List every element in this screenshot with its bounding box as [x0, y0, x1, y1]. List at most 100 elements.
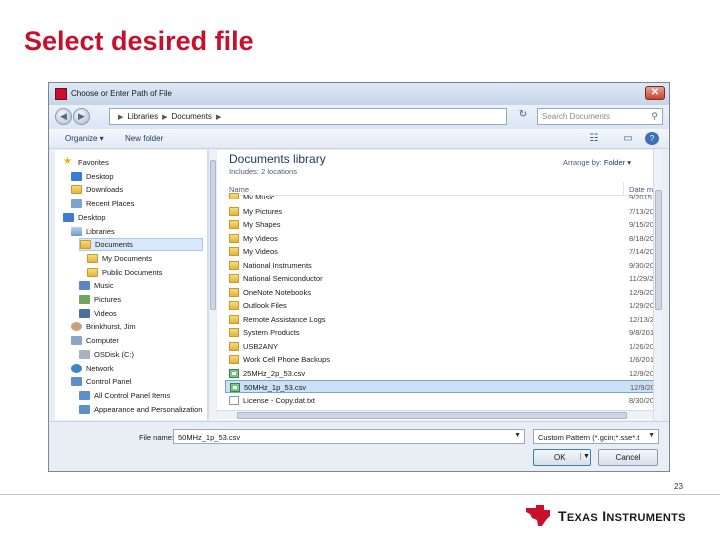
file-name: USB2ANY [243, 341, 279, 351]
nav-item[interactable]: OSDisk (C:) [79, 348, 203, 361]
slide-title: Select desired file [24, 26, 254, 56]
file-row[interactable]: Remote Assistance Logs12/13/2016 8:1 [225, 313, 657, 326]
preview-pane-icon[interactable]: ▭ [621, 132, 635, 145]
file-name: My Shapes [243, 220, 281, 229]
file-list-scrollbar[interactable] [653, 150, 662, 420]
file-row[interactable]: My Music 9/2015 [225, 191, 657, 199]
folder-icon [229, 220, 239, 229]
view-options-icon[interactable]: ☷ [587, 132, 601, 145]
folder-icon [87, 267, 98, 277]
nav-item[interactable]: Desktop [63, 211, 203, 224]
nav-item[interactable]: Downloads [71, 183, 203, 196]
nav-item[interactable]: Recent Places [71, 197, 203, 210]
nav-item[interactable]: Desktop [71, 170, 203, 183]
file-row[interactable]: My Videos8/18/2016 11:1 [225, 232, 657, 245]
nav-item[interactable]: Computer [71, 334, 203, 347]
nav-item[interactable]: Music [79, 279, 203, 292]
ok-button[interactable]: OK ▼ [533, 449, 591, 466]
file-row[interactable]: USB2ANY1/26/2017 2:30 [225, 340, 657, 353]
nav-item[interactable]: My Documents [87, 252, 203, 265]
nav-item[interactable]: Appearance and Personalization [79, 403, 203, 416]
file-row[interactable]: My Shapes9/15/2016 4:47 [225, 218, 657, 231]
arrange-label: Arrange by: [563, 158, 602, 167]
folder-icon [229, 355, 239, 364]
breadcrumb-libraries[interactable]: Libraries [127, 112, 158, 121]
file-row[interactable]: National Semiconductor11/29/2016 4:2 [225, 272, 657, 285]
organize-button[interactable]: Organize ▾ [65, 134, 104, 143]
nav-item-label: Videos [94, 308, 117, 318]
file-row[interactable]: My Videos7/14/2009 10:0 [225, 245, 657, 258]
path-chevron-icon: ▶ [215, 114, 222, 121]
desktop-icon [63, 212, 74, 222]
nav-item[interactable]: Public Documents [87, 266, 203, 279]
nav-item[interactable]: All Control Panel Items [79, 389, 203, 402]
nav-item[interactable]: Brinkhurst, Jim [71, 320, 203, 333]
nav-item[interactable]: Documents [79, 238, 203, 252]
file-row[interactable]: License - Copy.dat.txt8/30/2016 10:0 [225, 394, 657, 407]
file-name: National Instruments [243, 260, 312, 270]
csv-file-icon [229, 368, 239, 378]
libraries-icon [71, 226, 82, 236]
page-number: 23 [674, 482, 683, 491]
navigation-scrollbar[interactable] [208, 150, 216, 420]
forward-arrow-icon[interactable]: ▶ [73, 108, 90, 125]
path-chevron-icon: ▶ [162, 114, 168, 121]
scrollbar-thumb[interactable] [655, 190, 662, 310]
nav-item-label: Favorites [78, 158, 109, 167]
breadcrumb-documents[interactable]: Documents [171, 112, 211, 121]
folder-icon [229, 328, 239, 337]
chevron-down-icon[interactable]: ▼ [580, 453, 590, 460]
nav-item[interactable]: Libraries [71, 225, 203, 238]
library-subtitle[interactable]: Includes: 2 locations [229, 167, 297, 176]
folder-icon [229, 260, 239, 270]
breadcrumb[interactable]: ▶ Libraries ▶ Documents ▶ [109, 108, 507, 125]
folder-icon [229, 233, 239, 243]
arrange-value[interactable]: Folder ▾ [604, 158, 631, 167]
file-row[interactable]: Work Cell Phone Backups1/6/2017 10:39 [225, 353, 657, 366]
file-row[interactable]: My Pictures7/13/2009 10:0 [225, 205, 657, 218]
new-folder-button[interactable]: New folder [125, 134, 163, 143]
arrange-by[interactable]: Arrange by: Folder ▾ [563, 158, 631, 167]
horizontal-scrollbar[interactable] [217, 410, 653, 419]
desktop-icon [71, 171, 82, 181]
file-row[interactable]: Outlook Files1/29/2017 4:11 [225, 299, 657, 312]
file-type-value: Custom Pattern (*.gcin;*.sse*.t [538, 433, 640, 442]
file-name: National Semiconductor [243, 274, 323, 283]
nav-item[interactable]: ★ Favorites [63, 156, 203, 169]
file-row[interactable]: 50MHz_1p_53.csv12/9/2016 8:07 [225, 380, 658, 393]
file-name-input[interactable]: 50MHz_1p_53.csv ▼ [173, 429, 525, 444]
scrollbar-thumb[interactable] [210, 160, 216, 310]
dialog-footer: File name: 50MHz_1p_53.csv ▼ Custom Patt… [49, 421, 669, 471]
control-panel-icon [71, 377, 82, 387]
help-icon[interactable]: ? [645, 132, 659, 145]
file-name: 25MHz_2p_53.csv [243, 368, 306, 378]
nav-item[interactable]: Network [71, 362, 203, 375]
folder-icon [71, 185, 82, 195]
file-row[interactable]: National Instruments9/30/2016 12:3 [225, 259, 657, 272]
file-row[interactable]: OneNote Notebooks12/9/2016 1:45 [225, 286, 657, 299]
network-icon [71, 363, 82, 373]
nav-item[interactable]: Pictures [79, 293, 203, 306]
search-input[interactable]: Search Documents ⚲ [537, 108, 663, 125]
nav-item-label: Brinkhurst, Jim [86, 322, 136, 332]
chevron-down-icon[interactable]: ▼ [514, 432, 521, 439]
nav-item[interactable]: Control Panel [71, 375, 203, 388]
nav-item-label: Libraries [86, 226, 115, 236]
pictures-icon [79, 295, 90, 304]
back-arrow-icon[interactable]: ◀ [55, 108, 72, 125]
file-row[interactable]: System Products9/8/2016 5:17 [225, 326, 657, 339]
library-title: Documents library [229, 152, 326, 166]
chevron-down-icon[interactable]: ▼ [648, 432, 655, 439]
folder-icon [229, 206, 239, 216]
refresh-icon[interactable]: ↻ [513, 109, 533, 124]
user-icon [71, 322, 82, 332]
file-type-select[interactable]: Custom Pattern (*.gcin;*.sse*.t ▼ [533, 429, 659, 444]
nav-item[interactable]: Videos [79, 307, 203, 320]
search-placeholder: Search Documents [542, 112, 611, 121]
scrollbar-thumb[interactable] [237, 412, 627, 419]
cancel-button[interactable]: Cancel [598, 449, 658, 466]
close-button[interactable]: ✕ [645, 86, 665, 100]
file-row[interactable]: 25MHz_2p_53.csv12/9/2016 8:01 [225, 367, 657, 380]
texas-instruments-logo-text: TEXAS INSTRUMENTS [558, 508, 686, 524]
folder-icon [229, 274, 239, 283]
